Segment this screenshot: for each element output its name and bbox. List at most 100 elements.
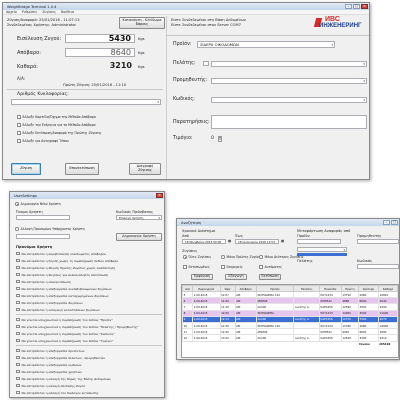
export-button[interactable]: Εξαγωγή bbox=[225, 274, 247, 280]
right-option[interactable]: Να επιτρέπεται η επεξεργασία ανεπιβεβαιω… bbox=[16, 285, 162, 292]
right-option[interactable]: Να επιτρέπεται η επεξεργασία κωδικών bbox=[16, 361, 162, 368]
right-option[interactable]: Να επιτρέπεται η αλλαγή του διαλόγου εκτ… bbox=[16, 389, 162, 396]
check-auto[interactable]: Αυτόματες bbox=[259, 265, 282, 269]
supplier-dropdown[interactable]: ▾ bbox=[211, 78, 367, 84]
weighing-titlebar[interactable]: WeighBridge Terminal 1.0.4 – □ × bbox=[3, 3, 369, 10]
right-option[interactable]: Να επιτρέπεται η επανεκτύπωση bbox=[16, 278, 162, 285]
right-option[interactable]: Να επιτρέπεται η επεξεργασία πελατών - π… bbox=[16, 354, 162, 361]
radio-first[interactable]: Μόνο Πρώτες Ζυγίσεις bbox=[221, 255, 263, 259]
checkbox[interactable] bbox=[16, 355, 20, 360]
right-option[interactable]: Να επιτρέπεται η αλλαγή της θύρας της Βά… bbox=[16, 375, 162, 382]
radio[interactable] bbox=[15, 202, 19, 206]
right-option[interactable]: Να επιτρέπεται η ακριβοποίηση κλειδώματο… bbox=[16, 250, 162, 257]
option-row[interactable]: Άλλαξε Καρτέλα/Όχημα την Μέθοδο Απόβαρο bbox=[17, 115, 96, 119]
checkbox[interactable] bbox=[16, 265, 20, 270]
radio[interactable] bbox=[183, 255, 187, 259]
product-dropdown[interactable]: ΣΙΔΕΡΑ ΟΙΚΟΔΟΜΩΝ ▾ bbox=[197, 41, 335, 48]
checkbox[interactable] bbox=[16, 338, 20, 343]
menu-help[interactable]: Βοήθεια bbox=[61, 10, 74, 14]
checkbox[interactable] bbox=[16, 279, 20, 284]
checkbox[interactable] bbox=[17, 139, 21, 143]
print-button[interactable]: Εκτύπωση bbox=[259, 274, 281, 280]
menu-file[interactable]: Αρχείο bbox=[6, 10, 17, 14]
right-option[interactable]: Να γίνεται υποχρεωτικά η συμπλήρωση του … bbox=[16, 323, 162, 330]
supplier-filter[interactable] bbox=[357, 239, 399, 244]
db-dropdown[interactable]: ▾ bbox=[297, 247, 347, 252]
calendar-icon[interactable]: ▦ bbox=[228, 239, 231, 243]
lock-weight-button[interactable]: Κατανόηση - Κλείδωμα Βάρους bbox=[119, 17, 165, 29]
delete-weigh-button[interactable]: Διαγραφή Ζύγισης bbox=[129, 163, 161, 175]
code-filter[interactable] bbox=[357, 264, 399, 269]
right-option[interactable]: Να επιτρέπεται η επεξεργασία προϊόντων bbox=[16, 347, 162, 354]
right-option[interactable]: Να επιτρέπεται η Ζυγίσεις για Ανεπανάληπ… bbox=[16, 271, 162, 278]
minimize-icon[interactable]: – bbox=[383, 220, 390, 225]
right-option[interactable]: Να επιτρέπεται η Ζύγιση Πρώτης Ζυγίσεις … bbox=[16, 264, 162, 271]
checkbox[interactable] bbox=[16, 324, 20, 329]
right-option[interactable]: Να γίνεται υποχρεωτικά η συμπλήρωση του … bbox=[16, 337, 162, 344]
from-date-picker[interactable]: 18 Νοεμβρίου 2015 00:00 bbox=[182, 239, 226, 244]
customer-lookup[interactable] bbox=[203, 61, 209, 66]
right-option[interactable]: Να επιτρέπεται η εισαγωγή καταστάσεων ζυ… bbox=[16, 306, 162, 313]
radio[interactable] bbox=[15, 227, 19, 231]
weight-out-value[interactable]: 8640 bbox=[65, 48, 135, 57]
maximize-icon[interactable]: □ bbox=[391, 220, 398, 225]
checkbox[interactable] bbox=[221, 265, 225, 269]
checkbox[interactable] bbox=[259, 265, 263, 269]
radio-new-user[interactable]: Δημιουργία Νέου Χρήστη bbox=[15, 202, 61, 206]
menu-weighings[interactable]: Ζυγίσεις bbox=[42, 10, 56, 14]
close-icon[interactable]: × bbox=[156, 193, 163, 198]
price-stepper[interactable]: ▴ ▾ bbox=[218, 136, 222, 142]
checkbox[interactable] bbox=[16, 293, 20, 298]
reprint-button[interactable]: Επανεκτύπωση bbox=[65, 163, 99, 175]
close-icon[interactable]: × bbox=[361, 4, 368, 9]
right-option[interactable]: Να επιτρέπεται η επεξεργασία χρηστών bbox=[16, 368, 162, 375]
menu-settings[interactable]: Ρυθμίσεις bbox=[22, 10, 38, 14]
checkbox[interactable] bbox=[17, 115, 21, 119]
checkbox[interactable] bbox=[16, 251, 20, 256]
existing-user-field[interactable] bbox=[16, 234, 70, 239]
minimize-icon[interactable]: – bbox=[345, 4, 352, 9]
checkbox[interactable] bbox=[16, 331, 20, 336]
checkbox[interactable] bbox=[16, 307, 20, 312]
checkbox[interactable] bbox=[16, 390, 20, 395]
option-row[interactable]: Άλλαξε για Αντιγραφή Τύπου bbox=[17, 139, 69, 143]
checkbox[interactable] bbox=[16, 369, 20, 374]
option-row[interactable]: Άλλαξε την Ενέργεια για το Μέθοδο Απόβαρ… bbox=[17, 123, 96, 127]
username-field[interactable] bbox=[16, 215, 70, 220]
notes-field[interactable] bbox=[211, 115, 367, 129]
checkbox[interactable] bbox=[16, 272, 20, 277]
checkbox[interactable] bbox=[16, 300, 20, 305]
to-date-picker[interactable]: 18 Ιανουαρίου 2016 13:53 bbox=[235, 239, 279, 244]
right-option[interactable]: Να επιτρέπεται η επεξεργασία Ζυγίσεων bbox=[16, 299, 162, 306]
right-option[interactable]: Να επιτρέπεται η αλλαγή σύνδεσης Ζυγού bbox=[16, 382, 162, 389]
radio[interactable] bbox=[259, 255, 263, 259]
check-printed[interactable]: Εκτυπωμένες bbox=[183, 265, 210, 269]
code-dropdown[interactable]: ▾ bbox=[211, 97, 367, 103]
right-option[interactable]: Να γίνεται υποχρεωτικά η συμπλήρωση του … bbox=[16, 316, 162, 323]
right-option[interactable]: Να επιτρέπεται η επεξεργασία καταχωρημέν… bbox=[16, 292, 162, 299]
product-filter[interactable] bbox=[297, 239, 341, 244]
create-user-button[interactable]: Δημιουργία Χρήστη bbox=[116, 233, 162, 241]
show-button[interactable]: Εμφάνιση bbox=[191, 274, 213, 280]
checkbox[interactable] bbox=[16, 376, 20, 381]
checkbox[interactable] bbox=[16, 258, 20, 263]
radio[interactable] bbox=[221, 255, 225, 259]
checkbox[interactable] bbox=[16, 362, 20, 367]
checkbox[interactable] bbox=[17, 123, 21, 127]
check-pending[interactable]: Εκκρεμείς bbox=[221, 265, 243, 269]
weigh-button[interactable]: Ζύγιση bbox=[11, 163, 41, 175]
checkbox[interactable] bbox=[183, 265, 187, 269]
right-option[interactable]: Να επιτρέπεται η ζύγιση χωρίς τη συμπλήρ… bbox=[16, 257, 162, 264]
checkbox[interactable] bbox=[16, 348, 20, 353]
radio-change-user[interactable]: Αλλαγή Προνομίων Υπάρχοντος Χρήστη bbox=[15, 227, 85, 231]
radio-all[interactable]: Όλες Ζυγίσεις bbox=[183, 255, 211, 259]
search-titlebar[interactable]: Αναζήτηση – □ bbox=[177, 219, 399, 226]
checkbox[interactable] bbox=[16, 383, 20, 388]
checkbox[interactable] bbox=[16, 317, 20, 322]
checkbox[interactable] bbox=[16, 286, 20, 291]
user-select-dropdown[interactable]: Επιλογή Χρήστη ▾ bbox=[116, 215, 162, 220]
right-option[interactable]: Να γίνεται υποχρεωτικά η συμπλήρωση του … bbox=[16, 330, 162, 337]
checkbox[interactable] bbox=[17, 131, 21, 135]
settings-titlebar[interactable]: UserSettings × bbox=[10, 192, 164, 199]
calendar-icon[interactable]: ▦ bbox=[281, 239, 284, 243]
